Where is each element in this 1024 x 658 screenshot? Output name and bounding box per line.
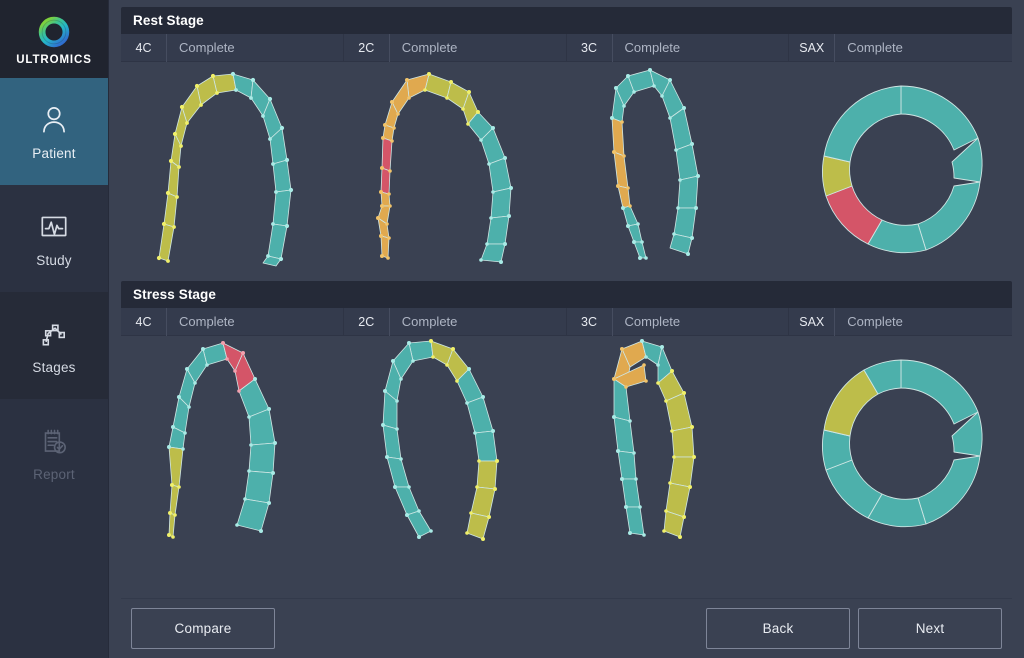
stage-rest-status-row: 4C Complete 2C Complete 3C Complete SAX …: [121, 33, 1012, 62]
view-cell-stress-2c[interactable]: 2C Complete: [344, 307, 567, 336]
person-icon: [43, 106, 65, 133]
view-status-stress-2c: Complete: [401, 314, 458, 329]
mesh-rest-4c[interactable]: [121, 62, 344, 275]
view-cell-stress-sax[interactable]: SAX Complete: [789, 307, 1012, 336]
strain-mesh-stress-3c-icon: [612, 339, 697, 539]
mesh-rest-2c[interactable]: [344, 62, 567, 275]
sidebar-item-patient[interactable]: Patient: [0, 78, 108, 185]
sidebar: ULTROMICS Patient Study Stages Report: [0, 0, 109, 658]
strain-mesh-rest-3c-icon: [609, 68, 700, 260]
view-code-stress-sax: SAX: [789, 307, 836, 336]
mesh-rest-sax[interactable]: [789, 62, 1012, 275]
footer-action-bar: Compare Back Next: [121, 598, 1012, 658]
brand-header: ULTROMICS: [0, 0, 108, 78]
view-cell-rest-4c[interactable]: 4C Complete: [121, 33, 344, 62]
mesh-rest-3c[interactable]: [567, 62, 790, 275]
ultromics-ring-logo-icon: [38, 16, 70, 47]
view-cell-stress-4c[interactable]: 4C Complete: [121, 307, 344, 336]
next-button[interactable]: Next: [858, 608, 1002, 649]
sidebar-item-stages[interactable]: Stages: [0, 292, 108, 399]
sidebar-item-label-patient: Patient: [32, 145, 76, 161]
view-status-rest-2c: Complete: [401, 40, 458, 55]
mesh-stress-4c[interactable]: [121, 336, 344, 549]
view-cell-rest-3c[interactable]: 3C Complete: [567, 33, 790, 62]
bullseye-sax-rest-icon: [821, 85, 983, 253]
main-content: Rest Stage 4C Complete 2C Complete 3C Co…: [109, 0, 1024, 658]
brand-name: ULTROMICS: [16, 53, 92, 66]
stage-stress-mesh-row: [121, 336, 1012, 549]
mesh-stress-3c[interactable]: [567, 336, 790, 549]
stage-rest: Rest Stage 4C Complete 2C Complete 3C Co…: [121, 7, 1012, 275]
strain-mesh-rest-4c-icon: [157, 71, 294, 267]
strain-mesh-stress-2c-icon: [380, 339, 499, 541]
view-code-stress-4c: 4C: [121, 307, 167, 336]
view-code-rest-4c: 4C: [121, 33, 167, 62]
view-status-rest-3c: Complete: [624, 40, 681, 55]
view-status-stress-4c: Complete: [179, 314, 235, 329]
app-window: ULTROMICS Patient Study Stages Report Re…: [0, 0, 1024, 658]
view-cell-rest-sax[interactable]: SAX Complete: [789, 33, 1012, 62]
strain-mesh-stress-4c-icon: [166, 341, 277, 539]
view-status-stress-3c: Complete: [624, 314, 681, 329]
sidebar-item-study[interactable]: Study: [0, 185, 108, 292]
stage-rest-title: Rest Stage: [133, 13, 204, 28]
sidebar-item-label-study: Study: [36, 252, 72, 268]
stage-stress: Stress Stage 4C Complete 2C Complete 3C …: [121, 281, 1012, 549]
view-code-rest-3c: 3C: [567, 33, 613, 62]
waveform-monitor-icon: [41, 216, 67, 236]
mesh-stress-sax[interactable]: [789, 336, 1012, 549]
node-graph-icon: [42, 323, 65, 346]
report-check-icon: [44, 429, 66, 453]
view-status-rest-4c: Complete: [179, 40, 235, 55]
stage-stress-status-row: 4C Complete 2C Complete 3C Complete SAX …: [121, 307, 1012, 336]
sidebar-item-report: Report: [0, 399, 108, 506]
view-cell-rest-2c[interactable]: 2C Complete: [344, 33, 567, 62]
mesh-stress-2c[interactable]: [344, 336, 567, 549]
sidebar-item-label-stages: Stages: [32, 359, 76, 375]
stage-rest-header: Rest Stage: [121, 7, 1012, 34]
compare-button[interactable]: Compare: [131, 608, 275, 649]
stage-stress-title: Stress Stage: [133, 287, 216, 302]
view-code-rest-sax: SAX: [789, 33, 836, 62]
view-status-stress-sax: Complete: [847, 314, 903, 329]
sidebar-item-label-report: Report: [33, 466, 75, 482]
back-button[interactable]: Back: [706, 608, 850, 649]
view-status-rest-sax: Complete: [847, 40, 903, 55]
view-cell-stress-3c[interactable]: 3C Complete: [567, 307, 790, 336]
stage-rest-mesh-row: [121, 62, 1012, 275]
bullseye-sax-stress-icon: [821, 359, 983, 527]
stage-stress-header: Stress Stage: [121, 281, 1012, 308]
view-code-rest-2c: 2C: [344, 33, 390, 62]
view-code-stress-3c: 3C: [567, 307, 613, 336]
view-code-stress-2c: 2C: [344, 307, 390, 336]
strain-mesh-rest-2c-icon: [376, 72, 514, 264]
